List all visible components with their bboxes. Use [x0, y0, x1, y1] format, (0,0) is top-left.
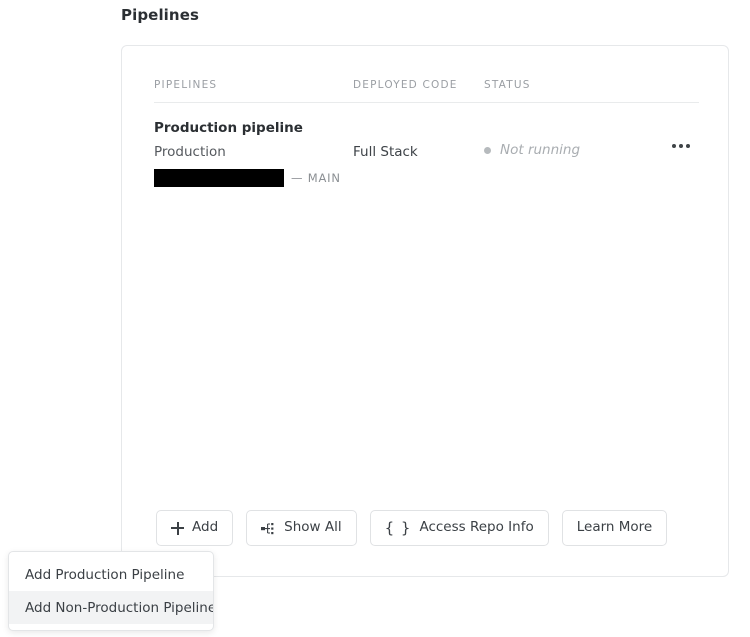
page-title: Pipelines: [121, 6, 200, 24]
dot-1: [672, 144, 676, 148]
table-header-row: PIPELINES DEPLOYED CODE STATUS: [154, 79, 699, 103]
status-badge: Not running: [484, 142, 580, 158]
menu-item-label: Add Non-Production Pipeline: [25, 599, 214, 616]
add-pipeline-dropdown-menu[interactable]: Add Production Pipeline Add Non-Producti…: [8, 551, 214, 631]
pipeline-name: Production pipeline: [154, 120, 303, 136]
learn-more-button-label: Learn More: [576, 519, 653, 536]
redacted-repository-name: [154, 169, 284, 187]
column-header-deployed-code: DEPLOYED CODE: [353, 79, 458, 91]
pipeline-environment: Production: [154, 144, 226, 160]
repository-branch: — MAIN: [154, 169, 341, 187]
menu-item-add-production-pipeline[interactable]: Add Production Pipeline: [9, 558, 213, 591]
status-label: Not running: [500, 142, 581, 158]
plus-icon: [171, 521, 184, 535]
header-divider: [154, 102, 699, 103]
menu-item-label: Add Production Pipeline: [25, 566, 185, 583]
show-all-button[interactable]: Show All: [246, 510, 357, 546]
column-header-pipelines: PIPELINES: [154, 79, 218, 91]
branch-label: — MAIN: [291, 171, 341, 185]
dot-2: [679, 144, 683, 148]
column-header-status: STATUS: [484, 79, 531, 91]
dot-3: [686, 144, 690, 148]
tree-hierarchy-icon: [261, 522, 276, 535]
access-repo-info-button[interactable]: { } Access Repo Info: [369, 510, 549, 546]
pipeline-deployed-code: Full Stack: [353, 144, 418, 160]
status-dot-icon: [484, 146, 491, 154]
table-row[interactable]: Production pipeline Production Full Stac…: [154, 120, 699, 190]
access-repo-info-button-label: Access Repo Info: [419, 519, 534, 536]
add-button-label: Add: [192, 519, 219, 536]
add-button[interactable]: Add: [156, 510, 234, 546]
curly-braces-icon: { }: [384, 518, 412, 537]
row-overflow-menu-icon[interactable]: [672, 144, 690, 148]
show-all-button-label: Show All: [284, 519, 342, 536]
card-action-bar: Add Show All { } Access Repo Info Learn …: [156, 510, 668, 546]
menu-item-add-non-production-pipeline[interactable]: Add Non-Production Pipeline: [9, 591, 213, 624]
learn-more-button[interactable]: Learn More: [561, 510, 668, 546]
pipelines-card: PIPELINES DEPLOYED CODE STATUS Productio…: [121, 45, 729, 577]
